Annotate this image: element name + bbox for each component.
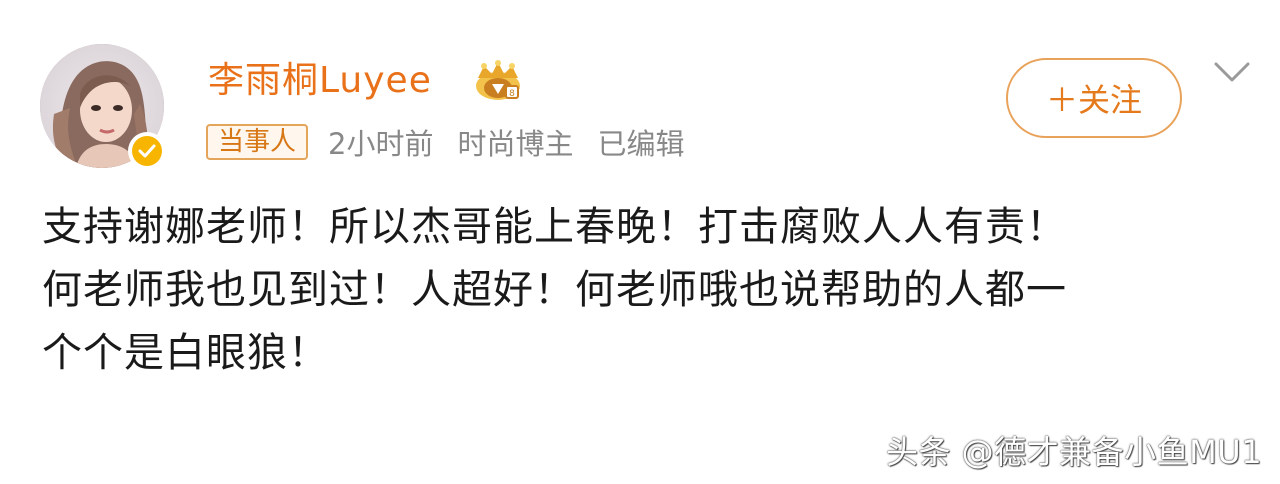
post-meta: 当事人 2小时前 时尚博主 已编辑 [206, 122, 685, 162]
follow-button[interactable]: ＋关注 [1006, 58, 1182, 138]
post-line: 何老师我也见到过！人超好！何老师哦也说帮助的人都一 [42, 267, 1067, 313]
author-category: 时尚博主 [457, 127, 574, 161]
post-line: 个个是白眼狼！ [42, 330, 329, 376]
author-name[interactable]: 李雨桐Luyee [208, 56, 432, 106]
avatar[interactable] [40, 44, 166, 170]
crown-icon: 8 [476, 60, 520, 100]
verified-badge-icon [128, 132, 166, 170]
post-line: 支持谢娜老师！所以杰哥能上春晚！打击腐败人人有责！ [42, 204, 1067, 250]
watermark: 头条 @德才兼备小鱼MU1 [886, 433, 1263, 471]
post-time: 2小时前 [328, 127, 434, 161]
chevron-down-icon[interactable] [1212, 60, 1252, 86]
post-content: 支持谢娜老师！所以杰哥能上春晚！打击腐败人人有责！ 何老师我也见到过！人超好！何… [42, 196, 1242, 385]
edited-label: 已编辑 [597, 127, 685, 161]
svg-text:8: 8 [509, 89, 515, 99]
party-badge: 当事人 [206, 124, 309, 160]
